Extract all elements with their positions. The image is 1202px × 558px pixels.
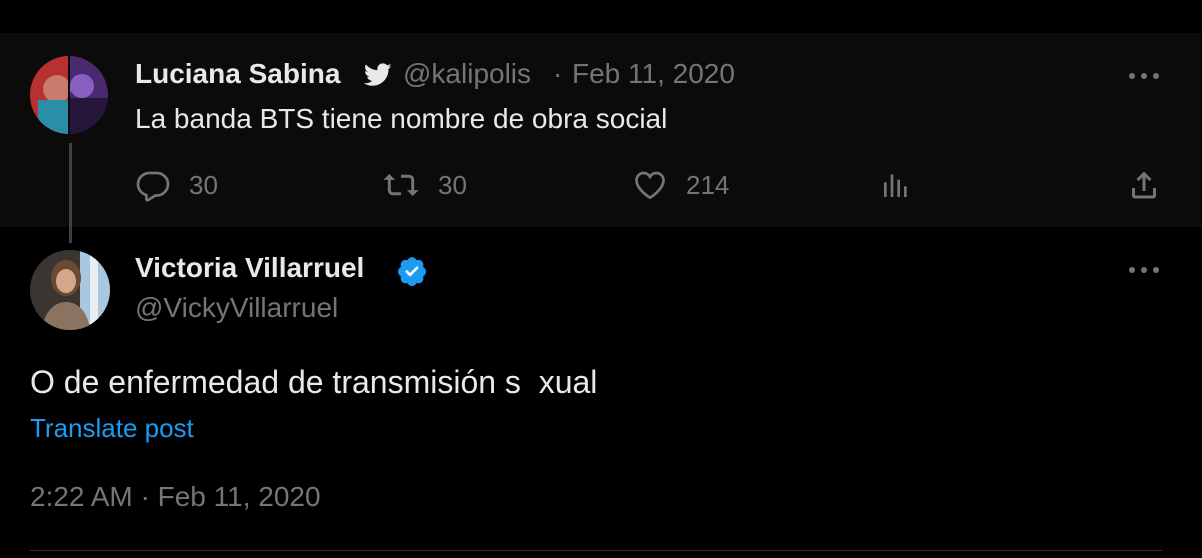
reply-icon xyxy=(135,167,171,203)
reply-count: 30 xyxy=(189,169,218,200)
retweet-icon xyxy=(382,167,420,203)
tweet-text: O de enfermedad de transmisión s xual xyxy=(30,364,598,400)
share-button[interactable] xyxy=(1126,165,1162,205)
like-icon xyxy=(632,167,668,203)
translate-post-link[interactable]: Translate post xyxy=(30,413,194,444)
views-button[interactable] xyxy=(880,165,912,205)
top-strip xyxy=(0,0,1202,33)
author-name[interactable]: Victoria Villarruel xyxy=(135,252,364,284)
reply-button[interactable]: 30 xyxy=(135,165,218,205)
more-icon[interactable] xyxy=(1126,66,1162,86)
like-button[interactable]: 214 xyxy=(632,165,729,205)
share-icon xyxy=(1126,167,1162,203)
bird-icon xyxy=(363,63,392,92)
thread-line xyxy=(69,143,72,243)
more-icon[interactable] xyxy=(1126,260,1162,280)
retweet-button[interactable]: 30 xyxy=(382,165,467,205)
divider xyxy=(30,550,1162,551)
author-handle[interactable]: @VickyVillarruel xyxy=(135,292,338,324)
avatar[interactable] xyxy=(30,56,108,134)
tweet-date[interactable]: Feb 11, 2020 xyxy=(572,58,735,90)
verified-badge-icon xyxy=(396,255,428,292)
author-handle[interactable]: @kalipolis xyxy=(403,58,531,90)
views-icon xyxy=(880,167,912,203)
separator: · xyxy=(553,58,563,89)
like-count: 214 xyxy=(686,169,730,200)
avatar[interactable] xyxy=(30,250,110,330)
tweet-timestamp[interactable]: 2:22 AM · Feb 11, 2020 xyxy=(30,481,321,513)
tweet-text: La banda BTS tiene nombre de obra social xyxy=(135,103,668,134)
author-name[interactable]: Luciana Sabina xyxy=(135,58,340,90)
retweet-count: 30 xyxy=(438,169,467,200)
